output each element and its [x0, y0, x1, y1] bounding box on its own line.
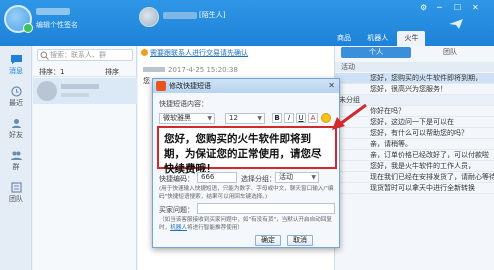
tab-goods[interactable]: 商品	[330, 31, 358, 46]
maximize-button[interactable]: ☐	[454, 3, 461, 12]
tab-personal[interactable]: 个人	[341, 47, 411, 58]
font-value: 微软雅黑	[163, 114, 191, 122]
warning-icon	[141, 49, 148, 56]
phrase-item[interactable]: 亲，请稍等。	[335, 139, 494, 150]
rail-item-messages[interactable]: 消息	[0, 54, 32, 76]
rail-label: 群	[12, 163, 20, 171]
search-input[interactable]: 搜索：联系人、群	[37, 49, 133, 61]
size-select[interactable]: 12 ▼	[225, 113, 265, 124]
group-value: 活动	[279, 173, 293, 181]
buyer-question-hint: （如当该客服接收到买家问题中，如"有没有货"，当默认开启自动回复时，机器人将进行…	[159, 216, 337, 232]
shortcut-hint: (用于快速输入快捷短语，只能为数字、字母或中文，聊天窗口输入/"编码"快捷短语搜…	[159, 186, 334, 200]
buyer-question-label: 买家问题：	[159, 206, 194, 214]
search-placeholder: 搜索：联系人、群	[50, 51, 106, 59]
search-icon	[40, 51, 49, 60]
contact-list: 搜索：联系人、群 排序：1 排序	[33, 46, 137, 270]
rail-label: 好友	[9, 131, 23, 139]
tab-huoniu[interactable]: 火牛	[397, 31, 426, 46]
group-icon	[10, 151, 22, 160]
phrase-item[interactable]: 您好，很高兴为您服务！	[335, 84, 494, 95]
phrase-item[interactable]: 亲，订单价格已经改好了，可以付款啦	[335, 150, 494, 161]
close-button[interactable]: ✕	[472, 3, 479, 12]
message-prefix: 您	[143, 77, 150, 85]
contact-avatar[interactable]	[139, 7, 159, 27]
person-icon	[11, 119, 21, 128]
chevron-down-icon: ▼	[311, 174, 316, 181]
contact-name-redacted	[163, 12, 197, 19]
contact-tag: [陌生人]	[199, 11, 226, 19]
underline-button[interactable]: U	[296, 113, 306, 123]
settings-icon[interactable]: ⚙	[420, 3, 427, 12]
size-value: 12	[229, 114, 238, 122]
dialog-title-bar: 修改快捷短语 ✕	[153, 79, 339, 93]
right-panel: 个人 团队 活动 您好，您购买的火牛软件即将到期， 您好，很高兴为您服务！ 未分组你…	[334, 46, 494, 270]
content-label: 快捷短语内容：	[159, 100, 208, 108]
sort-button[interactable]: 排序	[105, 67, 119, 77]
left-rail: 消息 最近 好友 群 团队	[0, 46, 32, 270]
rail-label: 最近	[9, 99, 23, 107]
top-tabs: 商品 机器人 火牛	[330, 31, 426, 46]
close-icon[interactable]: ✕	[328, 79, 335, 93]
phrase-item[interactable]: 您好，我是火牛软件的工作人员，	[335, 161, 494, 172]
chevron-down-icon: ▼	[207, 115, 212, 122]
rail-label: 消息	[9, 67, 23, 75]
signature-text[interactable]: 编辑个性签名	[36, 20, 78, 30]
notice-text: 需要跟联系人进行交易请先确认	[150, 49, 248, 57]
notice-link[interactable]: 需要跟联系人进行交易请先确认	[141, 48, 248, 58]
paper-plane-icon[interactable]	[448, 18, 464, 30]
group-label: 选择分组：	[241, 175, 276, 183]
sort-label[interactable]: 排序：1	[39, 67, 64, 77]
message-time: 2017-4-25 15:20:38	[168, 66, 238, 74]
rail-item-team[interactable]: 团队	[0, 182, 32, 204]
minimize-button[interactable]: ─	[437, 3, 442, 12]
avatar	[37, 81, 57, 101]
contact-name-redacted	[61, 84, 99, 89]
list-item[interactable]	[33, 78, 137, 104]
message-icon	[10, 55, 22, 64]
sort-row: 排序：1 排序	[33, 65, 137, 77]
tab-team[interactable]: 团队	[415, 47, 485, 58]
dialog-title: 修改快捷短语	[169, 82, 211, 90]
phrase-item[interactable]: 现货暂时可以拿天中进行全新转换	[335, 183, 494, 194]
contact-sub-redacted	[61, 93, 89, 97]
hint-tail: 将进行智能推荐使用）	[187, 225, 243, 231]
app-icon	[156, 81, 166, 91]
chevron-down-icon: ▼	[257, 115, 262, 122]
buyer-question-input[interactable]	[197, 203, 335, 214]
bold-button[interactable]: B	[272, 113, 282, 123]
robot-link[interactable]: 机器人	[170, 225, 187, 231]
shortcut-label: 快捷编码：	[159, 175, 194, 183]
ok-button[interactable]: 确定	[255, 235, 281, 246]
rail-item-groups[interactable]: 群	[0, 150, 32, 172]
cancel-button[interactable]: 取消	[287, 235, 313, 246]
message-header: 2017-4-25 15:20:38	[143, 66, 238, 74]
user-name-redacted	[36, 8, 70, 15]
rail-label: 团队	[9, 195, 23, 203]
phrase-item[interactable]: 现在我们已经在安排发货了，请耐心等待	[335, 172, 494, 183]
font-select[interactable]: 微软雅黑 ▼	[159, 113, 215, 124]
user-avatar[interactable]	[4, 5, 33, 33]
sender-redacted	[143, 67, 165, 72]
tab-robot[interactable]: 机器人	[360, 31, 395, 46]
italic-button[interactable]: I	[284, 113, 294, 123]
font-color-button[interactable]: A	[308, 113, 318, 123]
shortcut-input[interactable]: 666	[197, 172, 237, 183]
phrase-item[interactable]: 您好，您购买的火牛软件即将到期，	[335, 73, 494, 84]
phrase-content-editor[interactable]: 您好，您购买的火牛软件即将到期，为保证您的正常使用，请您尽快续费哦！	[157, 126, 337, 175]
edit-phrase-dialog: 修改快捷短语 ✕ 快捷短语内容： 微软雅黑 ▼ 12 ▼ B I U A 您好，您购…	[152, 78, 340, 248]
clock-icon	[10, 86, 22, 97]
section-header[interactable]: 活动	[335, 62, 494, 72]
rail-item-recent[interactable]: 最近	[0, 86, 32, 108]
rail-item-friends[interactable]: 好友	[0, 118, 32, 140]
right-tabs: 个人 团队	[335, 46, 494, 59]
top-bar: 编辑个性签名 [陌生人] ⚙ ─ ☐ ✕ 商品 机器人 火牛	[0, 0, 494, 46]
group-select[interactable]: 活动 ▼	[275, 172, 319, 183]
annotation-arrow-icon	[332, 103, 367, 130]
team-icon	[10, 182, 22, 193]
